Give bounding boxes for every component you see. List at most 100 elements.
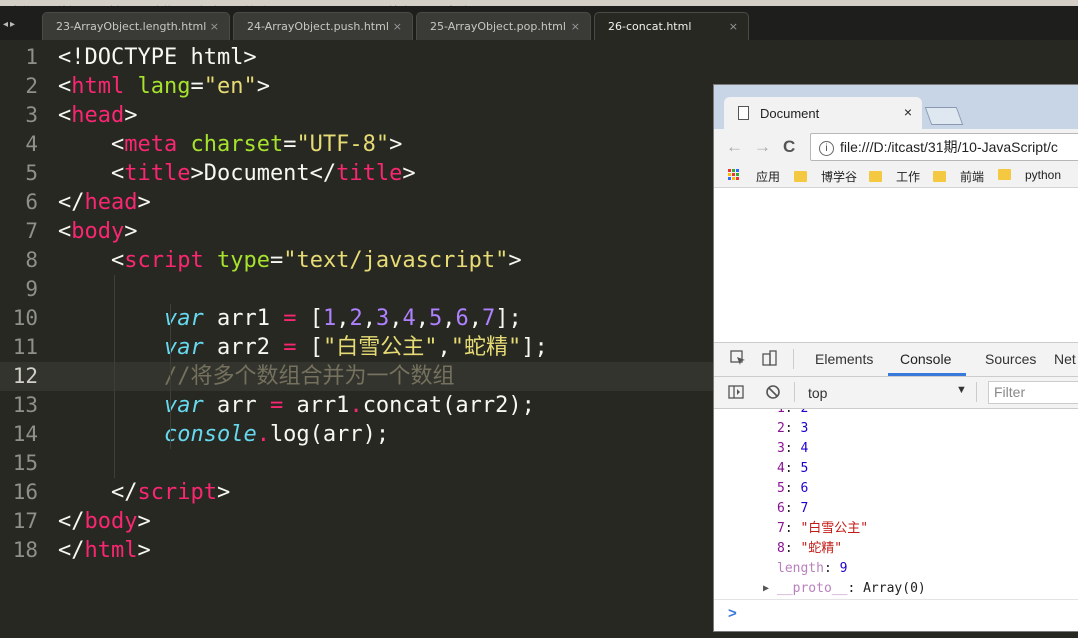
console-entry: 1: 2	[777, 409, 808, 419]
line-number: 16	[12, 480, 38, 504]
inspect-element-icon[interactable]	[730, 350, 746, 366]
sidebar-toggle-icon[interactable]	[728, 384, 744, 400]
bookmark-label: 前端	[960, 170, 985, 184]
close-icon[interactable]: ×	[729, 13, 738, 41]
console-entry: 6: 7	[777, 501, 809, 516]
forward-icon[interactable]: →	[754, 137, 771, 157]
devtools-panel: Elements Console Sources Net top ▼ Filte…	[714, 342, 1078, 631]
active-tab-indicator	[888, 373, 966, 376]
bookmark-item[interactable]: python	[998, 168, 1061, 182]
close-icon[interactable]: ×	[210, 13, 219, 41]
new-tab-button[interactable]	[924, 107, 964, 125]
line-number: 3	[25, 103, 38, 127]
line-number: 14	[12, 422, 38, 446]
code-text: <!DOCTYPE html>	[58, 45, 257, 70]
editor-tab-label: 23-ArrayObject.length.html	[56, 20, 207, 33]
editor-tab[interactable]: 25-ArrayObject.pop.html ×	[416, 12, 591, 40]
console-entry: length: 9	[777, 561, 848, 576]
divider	[794, 382, 795, 402]
code-text: <meta charset="UTF-8">	[58, 132, 403, 157]
line-number: 13	[12, 393, 38, 417]
indent-guide	[170, 304, 171, 449]
code-text: var arr1 = [1,2,3,4,5,6,7];	[163, 306, 522, 331]
console-entry: 7: "白雪公主"	[777, 521, 869, 536]
devtools-tab-bar: Elements Console Sources Net	[714, 343, 1078, 377]
editor-tab-active[interactable]: 26-concat.html ×	[594, 12, 749, 40]
back-icon[interactable]: ←	[726, 137, 743, 157]
bookmark-item[interactable]: 工作	[869, 168, 920, 185]
line-number: 15	[12, 451, 38, 475]
line-number: 12	[12, 364, 38, 388]
divider	[976, 382, 977, 402]
console-entry: 3: 4	[777, 441, 809, 456]
bookmark-apps[interactable]: 应用	[756, 168, 780, 185]
line-number: 9	[25, 277, 38, 301]
console-prompt-icon: >	[728, 605, 737, 622]
tab-console[interactable]: Console	[900, 351, 951, 367]
document-icon	[738, 106, 749, 120]
editor-tab-label: 25-ArrayObject.pop.html	[430, 20, 566, 33]
line-number: 7	[25, 219, 38, 243]
folder-icon	[933, 171, 946, 182]
device-toolbar-icon[interactable]	[762, 350, 778, 366]
tab-elements[interactable]: Elements	[815, 351, 873, 367]
address-bar[interactable]: i file:///D:/itcast/31期/10-JavaScript/c	[810, 133, 1078, 161]
clear-console-icon[interactable]	[765, 384, 781, 400]
filter-input[interactable]: Filter	[988, 381, 1078, 404]
browser-tab-strip: Document ×	[714, 85, 1078, 129]
line-number: 6	[25, 190, 38, 214]
code-text: <script type="text/javascript">	[58, 248, 522, 273]
reload-icon[interactable]: C	[783, 137, 795, 157]
console-entry: 4: 5	[777, 461, 809, 476]
browser-toolbar: ← → C i file:///D:/itcast/31期/10-JavaScri…	[714, 129, 1078, 163]
code-text: var arr2 = ["白雪公主","蛇精"];	[163, 335, 548, 360]
line-number: 1	[25, 45, 38, 69]
code-text: </html>	[58, 538, 151, 563]
browser-tab[interactable]: Document ×	[724, 97, 922, 129]
line-number: 4	[25, 132, 38, 156]
divider	[793, 349, 794, 369]
line-number: 17	[12, 509, 38, 533]
code-text: //将多个数组合并为一个数组	[163, 364, 455, 389]
tab-sources[interactable]: Sources	[985, 351, 1036, 367]
code-text: console.log(arr);	[163, 422, 390, 447]
console-toolbar: top ▼ Filter	[714, 377, 1078, 409]
indent-guide	[114, 275, 115, 478]
code-text: <title>Document</title>	[58, 161, 416, 186]
editor-tab[interactable]: 23-ArrayObject.length.html ×	[42, 12, 230, 40]
folder-icon	[998, 169, 1011, 180]
console-input-row[interactable]: >	[714, 599, 1078, 630]
expand-arrow-icon[interactable]: ▶	[763, 583, 769, 594]
editor-tab[interactable]: 24-ArrayObject.push.html ×	[233, 12, 413, 40]
page-viewport	[714, 188, 1078, 342]
tab-network[interactable]: Net	[1054, 351, 1076, 367]
close-icon[interactable]: ×	[904, 104, 912, 120]
editor-tab-bar: ◂▸ 23-ArrayObject.length.html × 24-Array…	[0, 6, 1078, 40]
folder-icon	[794, 171, 807, 182]
tab-navigation-arrows[interactable]: ◂▸	[3, 19, 17, 30]
info-icon[interactable]: i	[819, 141, 834, 156]
browser-tab-title: Document	[760, 106, 820, 121]
context-selector[interactable]: top	[808, 385, 827, 401]
url-text: file:///D:/itcast/31期/10-JavaScript/c	[840, 139, 1058, 155]
line-number: 11	[12, 335, 38, 359]
bookmark-label: 工作	[896, 170, 921, 184]
close-icon[interactable]: ×	[393, 13, 402, 41]
console-entry: __proto__: Array(0)	[777, 581, 926, 596]
editor-tab-label: 26-concat.html	[608, 20, 692, 33]
console-entry: 2: 3	[777, 421, 809, 436]
code-line[interactable]: 1 <!DOCTYPE html>	[0, 43, 1078, 72]
close-icon[interactable]: ×	[571, 13, 580, 41]
chevron-down-icon[interactable]: ▼	[956, 384, 967, 396]
apps-icon[interactable]	[728, 169, 740, 181]
code-text: <body>	[58, 219, 138, 244]
line-number: 8	[25, 248, 38, 272]
bookmarks-bar: 应用 博学谷 工作 前端 python	[714, 163, 1078, 188]
editor-tab-label: 24-ArrayObject.push.html	[247, 20, 389, 33]
code-text: </head>	[58, 190, 151, 215]
bookmark-item[interactable]: 前端	[933, 168, 984, 185]
bookmark-item[interactable]: 博学谷	[794, 168, 857, 185]
bookmark-label: python	[1025, 168, 1062, 182]
bookmark-label: 博学谷	[821, 170, 858, 184]
line-number: 2	[25, 74, 38, 98]
